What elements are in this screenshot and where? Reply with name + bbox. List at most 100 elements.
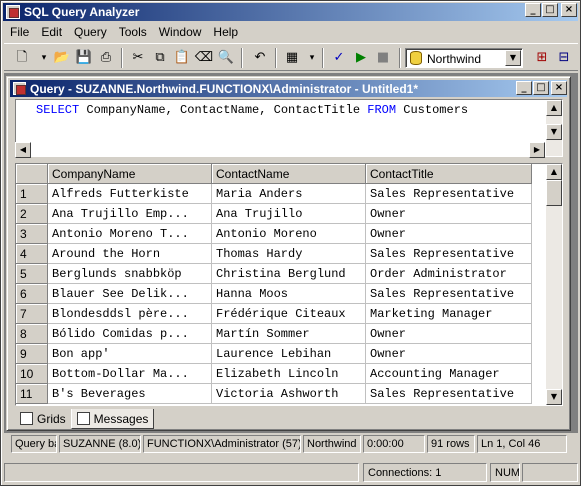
table-cell-contact[interactable]: Martín Sommer: [212, 324, 366, 344]
object-browser-icon[interactable]: ⊞: [532, 49, 552, 67]
table-row[interactable]: 10 Bottom-Dollar Ma... Elizabeth Lincoln Ac…: [16, 364, 532, 384]
table-cell-company[interactable]: Berglunds snabbköp: [48, 264, 212, 284]
scroll-down-icon[interactable]: ▼: [546, 124, 562, 140]
show-plan-icon[interactable]: ⊟: [554, 49, 574, 67]
clear-window-icon[interactable]: ⌫: [194, 49, 214, 67]
table-cell-contact[interactable]: Laurence Lebihan: [212, 344, 366, 364]
table-cell-company[interactable]: Ana Trujillo Emp...: [48, 204, 212, 224]
menu-window[interactable]: Window: [153, 23, 208, 41]
execute-icon[interactable]: ▶: [351, 49, 371, 67]
maximize-button[interactable]: □: [542, 3, 558, 17]
menu-tools[interactable]: Tools: [113, 23, 153, 41]
row-number[interactable]: 2: [16, 204, 48, 224]
table-cell-company[interactable]: Bólido Comidas p...: [48, 324, 212, 344]
table-cell-company[interactable]: B's Beverages: [48, 384, 212, 404]
close-button[interactable]: ×: [561, 3, 577, 17]
row-number[interactable]: 5: [16, 264, 48, 284]
table-cell-company[interactable]: Blondesddsl père...: [48, 304, 212, 324]
parse-query-icon[interactable]: ✓: [329, 49, 349, 67]
row-number[interactable]: 1: [16, 184, 48, 204]
table-cell-company[interactable]: Blauer See Delik...: [48, 284, 212, 304]
table-cell-title[interactable]: Marketing Manager: [366, 304, 532, 324]
new-query-dropdown-icon[interactable]: ▾: [34, 49, 54, 67]
row-number[interactable]: 7: [16, 304, 48, 324]
menu-file[interactable]: File: [4, 23, 35, 41]
scroll-left-icon[interactable]: ◀: [15, 142, 31, 158]
grid-vertical-scrollbar[interactable]: ▲ ▼: [546, 164, 562, 405]
copy-icon[interactable]: ⧉: [150, 49, 170, 67]
table-cell-title[interactable]: Owner: [366, 204, 532, 224]
table-row[interactable]: 3 Antonio Moreno T... Antonio Moreno Owner: [16, 224, 532, 244]
results-dropdown-icon[interactable]: ▾: [302, 49, 322, 67]
table-cell-title[interactable]: Accounting Manager: [366, 364, 532, 384]
row-number[interactable]: 6: [16, 284, 48, 304]
query-close-button[interactable]: ×: [551, 81, 567, 95]
paste-icon[interactable]: 📋: [172, 49, 192, 67]
tab-grids[interactable]: Grids: [15, 409, 71, 429]
table-cell-title[interactable]: Owner: [366, 344, 532, 364]
row-number[interactable]: 4: [16, 244, 48, 264]
table-cell-contact[interactable]: Frédérique Citeaux: [212, 304, 366, 324]
table-cell-company[interactable]: Bon app': [48, 344, 212, 364]
table-cell-title[interactable]: Order Administrator: [366, 264, 532, 284]
query-window-icon[interactable]: [13, 82, 26, 95]
table-row[interactable]: 2 Ana Trujillo Emp... Ana Trujillo Owner: [16, 204, 532, 224]
find-icon[interactable]: 🔍: [216, 49, 236, 67]
table-cell-company[interactable]: Bottom-Dollar Ma...: [48, 364, 212, 384]
scroll-up-icon[interactable]: ▲: [546, 164, 562, 180]
table-cell-contact[interactable]: Ana Trujillo: [212, 204, 366, 224]
table-cell-contact[interactable]: Victoria Ashworth: [212, 384, 366, 404]
new-query-icon[interactable]: 🗋: [12, 49, 32, 67]
row-number[interactable]: 8: [16, 324, 48, 344]
stop-icon[interactable]: ■: [373, 49, 393, 67]
table-row[interactable]: 1 Alfreds Futterkiste Maria Anders Sales Re…: [16, 184, 532, 204]
table-cell-contact[interactable]: Thomas Hardy: [212, 244, 366, 264]
app-title-bar[interactable]: SQL Query Analyzer: [3, 3, 578, 21]
table-cell-title[interactable]: Sales Representative: [366, 284, 532, 304]
query-window-title-bar[interactable]: Query - SUZANNE.Northwind.FUNCTIONX\Admi…: [10, 80, 567, 97]
table-row[interactable]: 8 Bólido Comidas p... Martín Sommer Owner: [16, 324, 532, 344]
query-maximize-button[interactable]: □: [533, 81, 549, 95]
sql-text[interactable]: SELECT CompanyName, ContactName, Contact…: [36, 103, 468, 117]
table-cell-title[interactable]: Sales Representative: [366, 244, 532, 264]
table-cell-company[interactable]: Antonio Moreno T...: [48, 224, 212, 244]
app-icon[interactable]: [6, 5, 20, 19]
undo-icon[interactable]: ↶: [250, 49, 270, 67]
minimize-button[interactable]: _: [525, 3, 541, 17]
save-icon[interactable]: 💾: [74, 49, 94, 67]
menu-query[interactable]: Query: [68, 23, 113, 41]
table-cell-title[interactable]: Sales Representative: [366, 384, 532, 404]
sql-editor[interactable]: SELECT CompanyName, ContactName, Contact…: [15, 99, 563, 157]
scroll-up-icon[interactable]: ▲: [546, 100, 562, 116]
table-cell-title[interactable]: Owner: [366, 324, 532, 344]
table-row[interactable]: 4 Around the Horn Thomas Hardy Sales Repres…: [16, 244, 532, 264]
menu-edit[interactable]: Edit: [35, 23, 68, 41]
chevron-down-icon[interactable]: ▼: [505, 50, 521, 66]
table-row[interactable]: 6 Blauer See Delik... Hanna Moos Sales Repr…: [16, 284, 532, 304]
database-select[interactable]: Northwind ▼: [405, 48, 523, 68]
table-cell-company[interactable]: Alfreds Futterkiste: [48, 184, 212, 204]
row-number[interactable]: 11: [16, 384, 48, 404]
results-grid-icon[interactable]: ▦: [282, 49, 302, 67]
table-cell-contact[interactable]: Antonio Moreno: [212, 224, 366, 244]
table-cell-title[interactable]: Owner: [366, 224, 532, 244]
row-number[interactable]: 3: [16, 224, 48, 244]
column-header[interactable]: ContactTitle: [366, 164, 532, 184]
table-row[interactable]: 5 Berglunds snabbköp Christina Berglund Ord…: [16, 264, 532, 284]
cut-icon[interactable]: ✂: [128, 49, 148, 67]
table-row[interactable]: 7 Blondesddsl père... Frédérique Citeaux Ma…: [16, 304, 532, 324]
scroll-right-icon[interactable]: ▶: [529, 142, 545, 158]
table-row[interactable]: 11 B's Beverages Victoria Ashworth Sales Re…: [16, 384, 532, 404]
table-cell-title[interactable]: Sales Representative: [366, 184, 532, 204]
editor-vertical-scrollbar[interactable]: ▲ ▼: [546, 100, 562, 156]
column-header[interactable]: ContactName: [212, 164, 366, 184]
query-minimize-button[interactable]: _: [516, 81, 532, 95]
open-icon[interactable]: 📂: [52, 49, 72, 67]
print-icon[interactable]: ⎙: [96, 49, 116, 67]
tab-messages[interactable]: Messages: [70, 409, 155, 429]
table-cell-company[interactable]: Around the Horn: [48, 244, 212, 264]
table-cell-contact[interactable]: Christina Berglund: [212, 264, 366, 284]
table-cell-contact[interactable]: Hanna Moos: [212, 284, 366, 304]
column-header[interactable]: CompanyName: [48, 164, 212, 184]
row-number[interactable]: 9: [16, 344, 48, 364]
